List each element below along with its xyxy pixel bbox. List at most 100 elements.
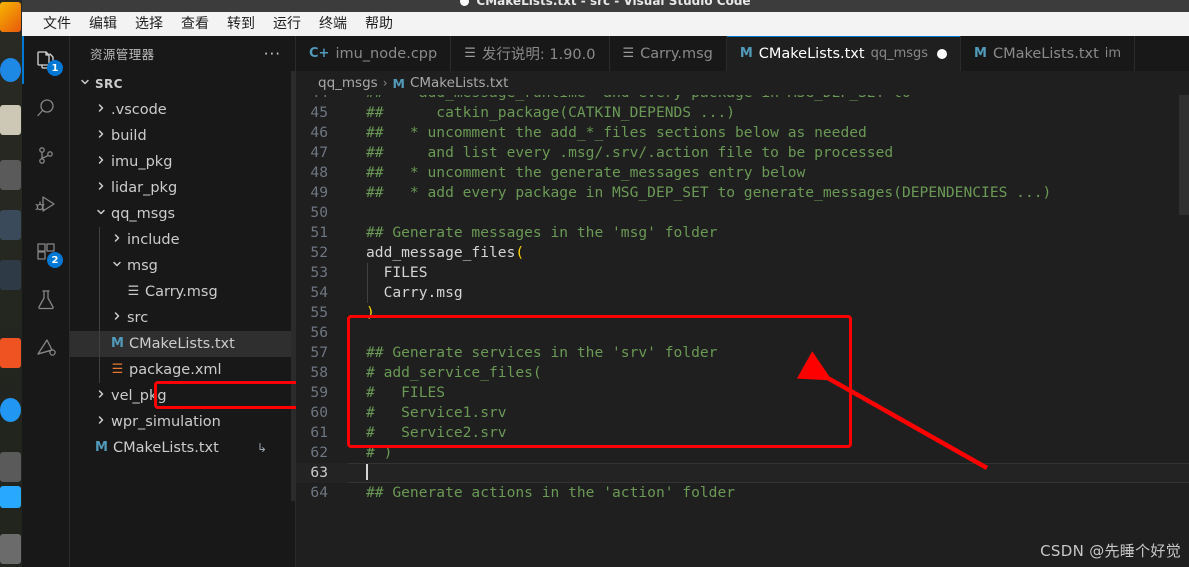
menu-item-go[interactable]: 转到 <box>218 13 264 35</box>
tree-item-carry-msg[interactable]: ☰ Carry.msg <box>70 279 295 305</box>
line-number: 45 <box>310 104 328 121</box>
code-line: 57 ## Generate services in the 'srv' fol… <box>296 343 1189 363</box>
tree-item-label: lidar_pkg <box>111 180 178 196</box>
cpp-file-icon: C+ <box>309 46 330 61</box>
code-line: 51 ## Generate messages in the 'msg' fol… <box>296 223 1189 243</box>
chevron-down-icon[interactable] <box>108 253 125 279</box>
line-content: ## * uncomment the add_*_files sections … <box>366 124 867 141</box>
menu-item-view[interactable]: 查看 <box>172 13 218 35</box>
tree-item-build[interactable]: build <box>70 123 295 149</box>
tree-item-label: .vscode <box>111 102 167 118</box>
code-line: 56 <box>296 323 1189 343</box>
msg-file-icon: ☰ <box>127 284 140 299</box>
code-line: 64 ## Generate actions in the 'action' f… <box>296 483 1189 503</box>
breadcrumb-item-file[interactable]: CMakeLists.txt <box>410 75 509 91</box>
tree-item-vscode[interactable]: .vscode <box>70 97 295 123</box>
tree-item-cmakelists-qq-msgs[interactable]: M CMakeLists.txt <box>70 331 295 357</box>
tree-item-lidar-pkg[interactable]: lidar_pkg <box>70 175 295 201</box>
window-title: CMakeLists.txt - src - Visual Studio Cod… <box>476 0 751 8</box>
tree-item-label: CMakeLists.txt <box>129 336 235 352</box>
breadcrumb-item-folder[interactable]: qq_msgs <box>318 75 378 91</box>
chevron-right-icon[interactable] <box>92 409 109 435</box>
dock-icon[interactable] <box>0 486 21 508</box>
dock-icon[interactable] <box>0 58 21 82</box>
msg-file-icon: ☰ <box>622 46 635 61</box>
menu-item-terminal[interactable]: 终端 <box>310 13 356 35</box>
tab-label: imu_node.cpp <box>335 45 438 62</box>
tab-cmakelists-qq-msgs[interactable]: M CMakeLists.txt qq_msgs <box>726 36 962 71</box>
line-content: ## Generate services in the 'srv' folder <box>366 344 718 361</box>
more-actions-icon[interactable]: ··· <box>264 45 287 63</box>
line-content: # Service2.srv <box>366 424 507 441</box>
menu-item-help[interactable]: 帮助 <box>356 13 402 35</box>
menu-item-file[interactable]: 文件 <box>34 13 80 35</box>
tree-item-include[interactable]: include <box>70 227 295 253</box>
line-number: 50 <box>310 204 328 221</box>
tree-item-wpr-simulation[interactable]: wpr_simulation <box>70 409 295 435</box>
menu-item-edit[interactable]: 编辑 <box>80 13 126 35</box>
chevron-down-icon[interactable] <box>92 201 109 227</box>
tab-carry-msg[interactable]: ☰ Carry.msg <box>609 36 727 71</box>
tree-item-src[interactable]: SRC <box>70 71 295 97</box>
tree-item-imu-pkg[interactable]: imu_pkg <box>70 149 295 175</box>
chevron-right-icon[interactable] <box>92 383 109 409</box>
activity-bar-item-source-control[interactable] <box>22 132 70 180</box>
tree-item-cmakelists-root[interactable]: M CMakeLists.txt ↳ <box>70 435 295 461</box>
tree-item-msg[interactable]: msg <box>70 253 295 279</box>
dock-icon[interactable] <box>0 534 21 564</box>
line-content: ) <box>366 304 375 321</box>
chevron-right-icon[interactable] <box>92 123 109 149</box>
tab-release-notes[interactable]: ☰ 发行说明: 1.90.0 <box>451 36 610 71</box>
activity-bar-item-testing[interactable] <box>22 276 70 324</box>
tree-item-label: package.xml <box>129 362 222 378</box>
sidebar-scrollbar[interactable] <box>291 71 295 501</box>
tree-item-vel-pkg[interactable]: vel_pkg <box>70 383 295 409</box>
code-line: 50 <box>296 203 1189 223</box>
chevron-down-icon[interactable] <box>76 71 93 97</box>
dock-icon[interactable] <box>0 398 21 422</box>
chevron-right-icon[interactable] <box>92 175 109 201</box>
activity-bar-item-run-and-debug[interactable] <box>22 180 70 228</box>
line-number: 54 <box>310 284 328 301</box>
vscode-window: CMakeLists.txt - src - Visual Studio Cod… <box>22 0 1189 567</box>
code-editor[interactable]: 44 ## add_message_runtime" and every pac… <box>296 95 1189 567</box>
tree-item-package-xml[interactable]: ☰ package.xml <box>70 357 295 383</box>
chevron-right-icon[interactable] <box>108 305 125 331</box>
code-line-current[interactable]: 63 <box>296 463 1189 483</box>
activity-bar-item-ros[interactable] <box>22 324 70 372</box>
dock-icon[interactable] <box>0 338 21 368</box>
activity-bar-item-extensions[interactable]: 2 <box>22 228 70 276</box>
chevron-right-icon: › <box>382 76 388 90</box>
tab-cmakelists-imu[interactable]: M CMakeLists.txt im <box>961 36 1136 71</box>
explorer-header: 资源管理器 ··· <box>70 36 295 71</box>
tree-item-qq-msgs[interactable]: qq_msgs <box>70 201 295 227</box>
tab-dirty-indicator-icon[interactable] <box>937 48 948 59</box>
line-content: add_message_files( <box>348 243 524 263</box>
text-cursor <box>366 463 368 480</box>
tab-imu-node-cpp[interactable]: C+ imu_node.cpp <box>296 36 452 71</box>
dock-icon[interactable] <box>0 2 21 32</box>
line-content: # add_service_files( <box>366 364 542 381</box>
code-line: 60 # Service1.srv <box>296 403 1189 423</box>
line-number: 58 <box>310 364 328 381</box>
activity-bar-item-search[interactable] <box>22 84 70 132</box>
chevron-right-icon[interactable] <box>92 97 109 123</box>
dock-icon[interactable] <box>0 452 21 482</box>
line-number: 60 <box>310 404 328 421</box>
indent-guide <box>99 305 100 331</box>
chevron-right-icon[interactable] <box>92 149 109 175</box>
code-token-arg: FILES <box>366 264 428 281</box>
tree-item-src-folder[interactable]: src <box>70 305 295 331</box>
dock-icon[interactable] <box>0 105 21 135</box>
menu-item-select[interactable]: 选择 <box>126 13 172 35</box>
line-number: 53 <box>310 264 328 281</box>
code-line: 52 add_message_files( <box>296 243 1189 263</box>
menu-item-run[interactable]: 运行 <box>264 13 310 35</box>
activity-bar-item-explorer[interactable]: 1 <box>22 36 70 84</box>
dock-icon[interactable] <box>0 160 21 190</box>
dock-icon[interactable] <box>0 260 21 290</box>
run-and-debug-icon <box>35 196 55 212</box>
dock-icon[interactable] <box>0 210 21 240</box>
editor-scrollbar[interactable] <box>1179 95 1189 215</box>
chevron-right-icon[interactable] <box>108 227 125 253</box>
